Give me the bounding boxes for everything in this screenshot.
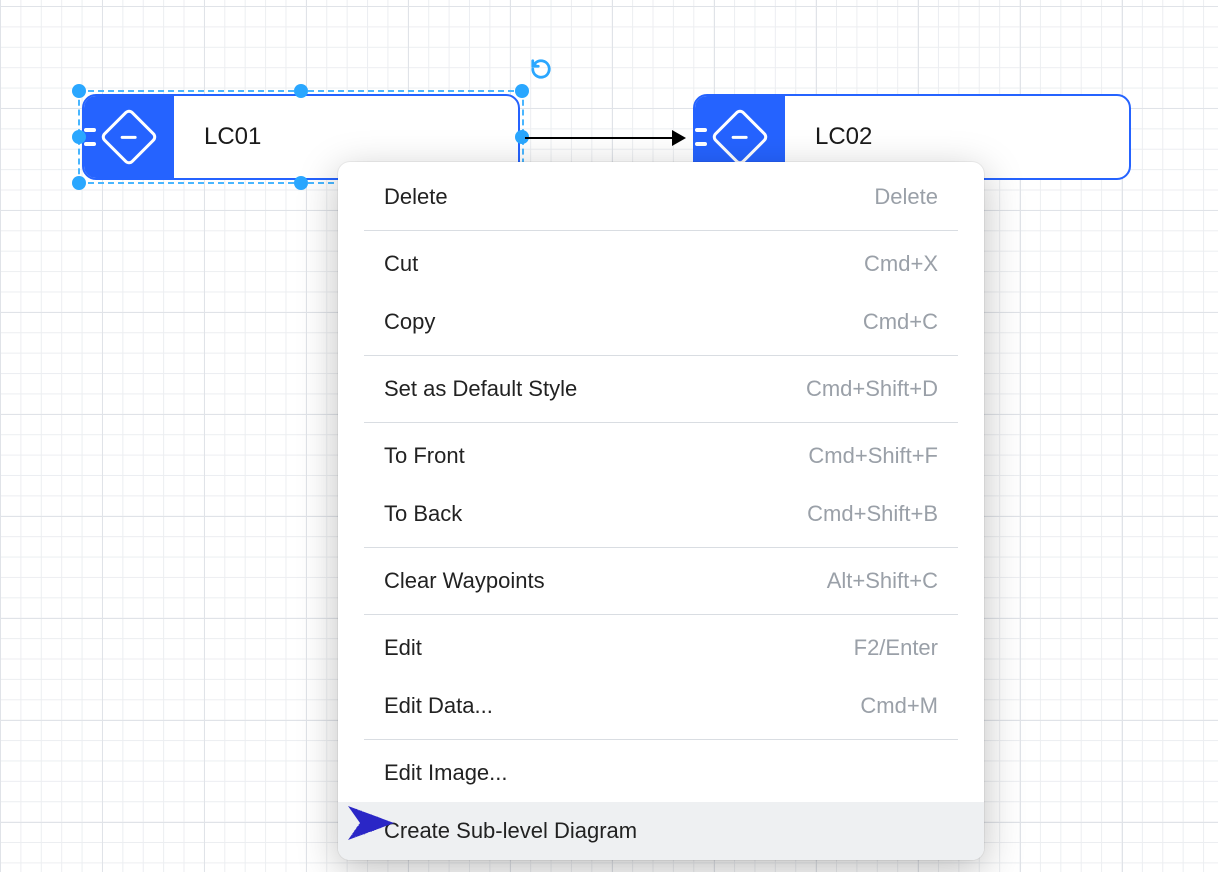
menu-item-edit[interactable]: Edit F2/Enter — [338, 619, 984, 677]
rotate-handle-icon[interactable] — [530, 58, 552, 85]
menu-item-label: To Back — [384, 501, 462, 527]
menu-item-label: Clear Waypoints — [384, 568, 545, 594]
diamond-icon — [99, 107, 158, 166]
menu-item-set-as-default-style[interactable]: Set as Default Style Cmd+Shift+D — [338, 360, 984, 418]
selection-handle-n[interactable] — [294, 84, 308, 98]
menu-item-label: To Front — [384, 443, 465, 469]
annotation-arrow-icon — [278, 800, 398, 851]
menu-item-label: Edit Image... — [384, 760, 508, 786]
menu-item-shortcut: Cmd+Shift+F — [808, 443, 938, 469]
menu-item-shortcut: Alt+Shift+C — [827, 568, 938, 594]
menu-item-shortcut: Cmd+M — [860, 693, 938, 719]
node-lc01-icon-slot — [84, 96, 174, 178]
menu-separator — [364, 739, 958, 740]
menu-item-shortcut: Delete — [874, 184, 938, 210]
menu-item-shortcut: Cmd+Shift+B — [807, 501, 938, 527]
selection-handle-s[interactable] — [294, 176, 308, 190]
selection-handle-ne[interactable] — [515, 84, 529, 98]
menu-item-create-sub-level-diagram[interactable]: Create Sub-level Diagram — [338, 802, 984, 860]
menu-item-label: Delete — [384, 184, 448, 210]
selection-handle-w[interactable] — [72, 130, 86, 144]
menu-item-clear-waypoints[interactable]: Clear Waypoints Alt+Shift+C — [338, 552, 984, 610]
menu-item-cut[interactable]: Cut Cmd+X — [338, 235, 984, 293]
menu-separator — [364, 355, 958, 356]
menu-separator — [364, 547, 958, 548]
menu-item-shortcut: F2/Enter — [854, 635, 938, 661]
menu-item-label: Set as Default Style — [384, 376, 577, 402]
menu-item-to-back[interactable]: To Back Cmd+Shift+B — [338, 485, 984, 543]
menu-item-shortcut: Cmd+X — [864, 251, 938, 277]
menu-item-label: Edit — [384, 635, 422, 661]
menu-separator — [364, 422, 958, 423]
menu-item-label: Cut — [384, 251, 418, 277]
selection-handle-nw[interactable] — [72, 84, 86, 98]
menu-separator — [364, 614, 958, 615]
menu-item-label: Copy — [384, 309, 435, 335]
context-menu[interactable]: Delete Delete Cut Cmd+X Copy Cmd+C Set as Defa… — [338, 162, 984, 860]
menu-item-shortcut: Cmd+C — [863, 309, 938, 335]
node-lc01-label: LC01 — [174, 123, 518, 151]
node-lc02-label: LC02 — [785, 123, 1129, 151]
menu-item-label: Edit Data... — [384, 693, 493, 719]
menu-item-edit-data[interactable]: Edit Data... Cmd+M — [338, 677, 984, 735]
menu-item-to-front[interactable]: To Front Cmd+Shift+F — [338, 427, 984, 485]
menu-separator — [364, 230, 958, 231]
edge-lc01-lc02-arrowhead — [672, 130, 686, 146]
menu-item-delete[interactable]: Delete Delete — [338, 168, 984, 226]
edge-lc01-lc02[interactable] — [525, 137, 673, 139]
menu-item-label: Create Sub-level Diagram — [384, 818, 637, 844]
diamond-icon — [710, 107, 769, 166]
selection-handle-sw[interactable] — [72, 176, 86, 190]
menu-item-edit-image[interactable]: Edit Image... — [338, 744, 984, 802]
menu-item-copy[interactable]: Copy Cmd+C — [338, 293, 984, 351]
menu-item-shortcut: Cmd+Shift+D — [806, 376, 938, 402]
